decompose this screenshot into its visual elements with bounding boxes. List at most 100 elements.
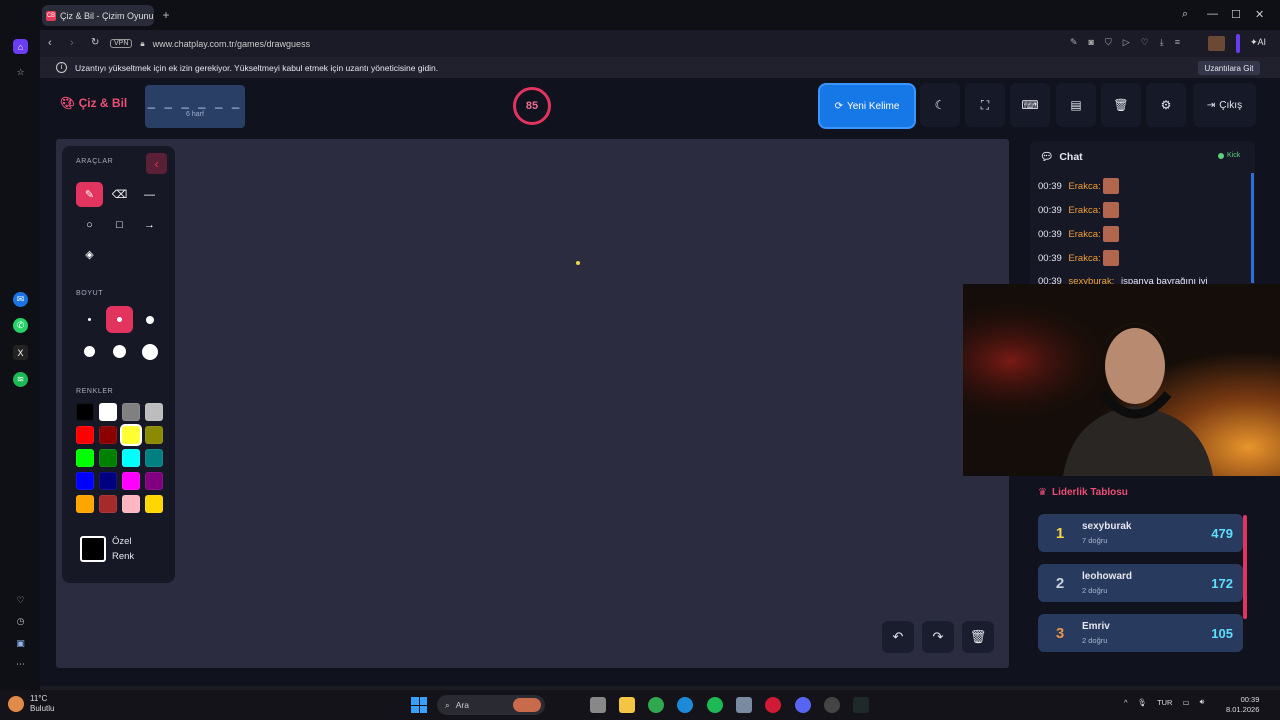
play-icon[interactable]: ▷ bbox=[1123, 37, 1130, 48]
new-word-button[interactable]: ⟳ Yeni Kelime bbox=[818, 83, 916, 129]
discord-icon[interactable] bbox=[795, 697, 811, 713]
clock[interactable]: 00:39 8.01.2026 bbox=[1226, 695, 1259, 715]
star-icon[interactable]: ☆ bbox=[13, 65, 28, 80]
language-indicator[interactable]: TUR bbox=[1157, 698, 1172, 707]
color-swatch[interactable] bbox=[145, 495, 163, 513]
archive-button[interactable]: ▤ bbox=[1056, 83, 1096, 127]
exit-button[interactable]: ⇥ Çıkış bbox=[1193, 83, 1256, 127]
back-icon[interactable]: ‹ bbox=[48, 37, 52, 49]
box-icon[interactable]: ▣ bbox=[13, 636, 28, 651]
leaderboard-scrollbar[interactable] bbox=[1243, 515, 1247, 619]
leaderboard-row: 3 Emriv 2 doğru 105 bbox=[1038, 614, 1243, 652]
settings-button[interactable]: ⚙ bbox=[1146, 83, 1186, 127]
heart-outline-icon[interactable]: ♡ bbox=[1141, 37, 1149, 48]
forward-icon[interactable]: › bbox=[70, 37, 74, 49]
color-swatch[interactable] bbox=[76, 403, 94, 421]
heart-icon[interactable]: ♡ bbox=[13, 593, 28, 608]
fullscreen-button[interactable]: ⛶ bbox=[965, 83, 1005, 127]
history-icon[interactable]: ◷ bbox=[13, 614, 28, 629]
color-swatch[interactable] bbox=[99, 449, 117, 467]
line-tool[interactable]: — bbox=[136, 182, 163, 207]
vpn-badge[interactable]: VPN bbox=[110, 39, 133, 48]
size-1[interactable] bbox=[76, 306, 103, 333]
shield-icon[interactable]: ⛉ bbox=[1105, 37, 1112, 48]
color-swatch[interactable] bbox=[99, 495, 117, 513]
maximize-icon[interactable]: ☐ bbox=[1231, 8, 1241, 21]
obs-icon[interactable] bbox=[824, 697, 840, 713]
home-icon[interactable]: ⌂ bbox=[13, 39, 28, 54]
search-tabs-icon[interactable]: ⌕ bbox=[1182, 8, 1188, 21]
delete-button[interactable]: 🗑︎ bbox=[1101, 83, 1141, 127]
taskbar-search[interactable]: ⌕ Ara bbox=[437, 695, 545, 715]
color-swatch[interactable] bbox=[99, 472, 117, 490]
edge-icon[interactable] bbox=[677, 697, 693, 713]
brush-tool[interactable]: ✎ bbox=[76, 182, 103, 207]
color-swatch[interactable] bbox=[76, 495, 94, 513]
network-icon[interactable]: ▭ bbox=[1182, 698, 1189, 707]
task-view-icon[interactable] bbox=[590, 697, 606, 713]
chevron-up-icon[interactable]: ^ bbox=[1124, 698, 1128, 707]
size-3[interactable] bbox=[136, 306, 163, 333]
custom-color-button[interactable]: Özel Renk bbox=[80, 532, 165, 566]
whatsapp-icon[interactable]: ✆ bbox=[13, 318, 28, 333]
size-4[interactable] bbox=[76, 338, 103, 365]
drawing-canvas[interactable] bbox=[56, 139, 1009, 668]
color-swatch[interactable] bbox=[145, 426, 163, 444]
color-swatch[interactable] bbox=[122, 472, 140, 490]
circle-tool[interactable]: ○ bbox=[76, 212, 103, 237]
terminal-icon[interactable] bbox=[853, 697, 869, 713]
clear-canvas-button[interactable]: 🗑︎ bbox=[962, 621, 994, 653]
profile-avatar[interactable] bbox=[1208, 36, 1225, 51]
opera-taskbar-icon[interactable] bbox=[765, 697, 781, 713]
color-swatch[interactable] bbox=[99, 403, 117, 421]
color-swatch[interactable] bbox=[76, 426, 94, 444]
windows-start-icon[interactable] bbox=[411, 697, 427, 713]
color-swatch[interactable] bbox=[145, 472, 163, 490]
color-swatch[interactable] bbox=[76, 449, 94, 467]
chrome-icon[interactable] bbox=[648, 697, 664, 713]
arrow-tool[interactable]: → bbox=[136, 212, 163, 237]
size-6[interactable] bbox=[136, 338, 163, 365]
color-swatch[interactable] bbox=[145, 449, 163, 467]
size-2[interactable] bbox=[106, 306, 133, 333]
fill-tool[interactable]: ◈ bbox=[76, 242, 103, 267]
close-icon[interactable]: ✕ bbox=[1255, 8, 1264, 21]
color-swatch[interactable] bbox=[145, 403, 163, 421]
extensions-button[interactable]: Uzantılara Git bbox=[1198, 61, 1260, 75]
color-swatch[interactable] bbox=[122, 426, 140, 444]
download-icon[interactable]: ⤓ bbox=[1160, 37, 1164, 48]
collapse-panel-button[interactable]: ‹ bbox=[146, 153, 167, 174]
url-field[interactable]: VPN 🔒︎ www.chatplay.com.tr/games/drawgue… bbox=[110, 34, 1230, 53]
color-swatch[interactable] bbox=[122, 403, 140, 421]
new-tab-icon[interactable]: + bbox=[160, 9, 172, 21]
rectangle-tool[interactable]: □ bbox=[106, 212, 133, 237]
spotify-taskbar-icon[interactable] bbox=[707, 697, 723, 713]
chat-scrollbar[interactable] bbox=[1251, 173, 1254, 283]
messenger-icon[interactable]: ✉ bbox=[13, 292, 28, 307]
eraser-tool[interactable]: ⌫ bbox=[106, 182, 133, 207]
volume-icon[interactable]: 🔊︎ bbox=[1200, 697, 1205, 707]
reload-icon[interactable]: ↻ bbox=[91, 37, 99, 48]
minimize-icon[interactable]: — bbox=[1207, 8, 1218, 20]
keyboard-button[interactable]: ⌨ bbox=[1010, 83, 1050, 127]
color-swatch[interactable] bbox=[76, 472, 94, 490]
file-explorer-icon[interactable] bbox=[619, 697, 635, 713]
mic-icon[interactable]: 🎙︎ bbox=[1138, 698, 1148, 707]
weather-widget[interactable]: 11°C Bulutlu bbox=[8, 694, 54, 714]
spotify-icon[interactable]: ≋ bbox=[13, 372, 28, 387]
color-swatch[interactable] bbox=[122, 495, 140, 513]
undo-button[interactable]: ↶ bbox=[882, 621, 914, 653]
more-icon[interactable]: ⋯ bbox=[13, 657, 28, 672]
size-5[interactable] bbox=[106, 338, 133, 365]
app-icon[interactable] bbox=[736, 697, 752, 713]
x-icon[interactable]: X bbox=[13, 345, 28, 360]
menu-icon[interactable]: ≡ bbox=[1175, 37, 1180, 48]
redo-button[interactable]: ↷ bbox=[922, 621, 954, 653]
browser-tab[interactable]: CB Çiz & Bil - Çizim Oyunu bbox=[42, 5, 154, 26]
camera-icon[interactable]: ◙ bbox=[1089, 37, 1094, 48]
edit-icon[interactable]: ✎ bbox=[1070, 37, 1078, 48]
dark-mode-button[interactable]: ☾ bbox=[920, 83, 960, 127]
ai-button[interactable]: ✦AI bbox=[1250, 37, 1266, 48]
color-swatch[interactable] bbox=[122, 449, 140, 467]
color-swatch[interactable] bbox=[99, 426, 117, 444]
